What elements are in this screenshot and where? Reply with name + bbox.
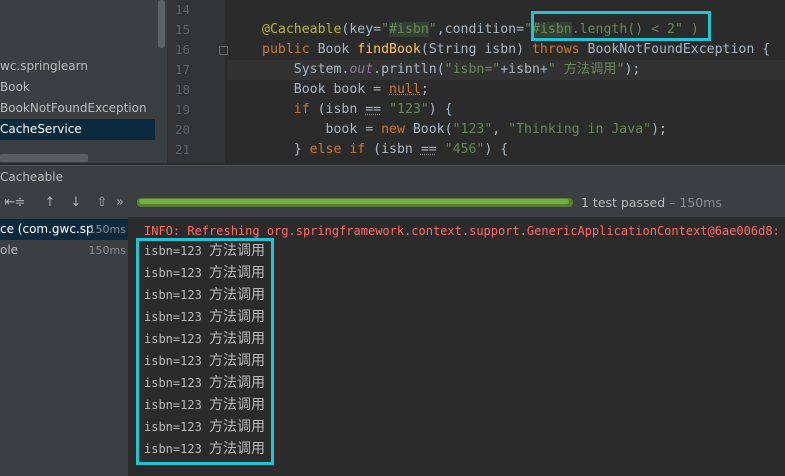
tree-horizontal-scrollbar[interactable] <box>0 154 88 162</box>
code-token: Book( <box>412 122 453 137</box>
export-icon[interactable]: ⇧ <box>92 192 112 214</box>
code-token: ); <box>651 122 667 137</box>
line-number: 19 <box>174 102 190 117</box>
tree-item[interactable]: BookNotFoundException <box>0 98 155 119</box>
code-token: "isbn=" <box>444 62 501 77</box>
code-line[interactable]: public Book findBook(String isbn) throws… <box>228 40 770 60</box>
code-token: (String isbn) <box>420 42 532 57</box>
code-line[interactable]: if (isbn == "123") { <box>228 100 453 120</box>
tree-item[interactable]: CacheService <box>0 119 155 140</box>
line-number: 15 <box>174 22 190 37</box>
code-line[interactable]: book = new Book("123", "Thinking in Java… <box>228 120 667 140</box>
line-number: 16 <box>174 42 190 57</box>
code-token: } <box>262 142 310 157</box>
code-token: throws <box>531 42 588 57</box>
tree-item[interactable]: wc.springlearn <box>0 56 155 77</box>
code-token: +isbn+ <box>500 62 548 77</box>
run-panel-header <box>0 165 785 190</box>
line-number: 20 <box>174 122 190 137</box>
test-duration: – 150ms <box>665 195 722 210</box>
code-token: new <box>381 122 413 137</box>
output-highlight-box <box>136 238 274 465</box>
code-token: else if <box>309 142 374 157</box>
panel-divider[interactable] <box>128 217 136 476</box>
code-token: book = <box>262 122 382 137</box>
code-token: findBook <box>357 42 421 57</box>
code-token: == <box>365 102 382 117</box>
code-token: BookNotFoundException { <box>587 42 771 57</box>
test-result-row[interactable]: ole 150ms <box>0 240 128 261</box>
line-number: 21 <box>174 142 190 157</box>
test-status: 1 test passed – 150ms <box>581 195 722 210</box>
more-icon[interactable]: » <box>110 192 130 214</box>
down-arrow-icon[interactable]: ↓ <box>66 192 86 214</box>
code-token: Book <box>317 42 358 57</box>
code-token: (key= <box>341 22 382 37</box>
tree-item[interactable]: Book <box>0 77 155 98</box>
code-token: == <box>420 142 437 157</box>
code-token: ; <box>420 82 429 97</box>
run-config-title[interactable]: Cacheable <box>0 170 63 184</box>
code-token: (isbn <box>373 142 421 157</box>
test-result-label: ole <box>0 243 19 257</box>
code-token: (isbn <box>317 102 366 117</box>
code-token: ); <box>624 62 641 77</box>
test-result-time: 150ms <box>88 223 126 236</box>
code-token: ) { <box>484 142 509 157</box>
code-line[interactable]: System.out.println("isbn="+isbn+" 方法调用")… <box>228 60 785 80</box>
annotation-highlight-box <box>531 11 711 41</box>
expand-icon[interactable]: ≑ <box>10 192 30 214</box>
line-number: 18 <box>174 82 190 97</box>
code-token: "456" <box>444 142 485 157</box>
test-result-time: 150ms <box>88 244 126 257</box>
test-results-tree: ce (com.gwc.sp 150ms ole 150ms <box>0 217 128 476</box>
code-token: " 方法调用" <box>547 62 625 77</box>
fold-marker-icon[interactable] <box>219 46 228 55</box>
code-token: .println( <box>373 62 445 77</box>
line-number: 17 <box>174 62 190 77</box>
code-token: Book book = <box>262 82 390 97</box>
code-token: "Thinking in Java" <box>508 122 652 137</box>
code-token: , <box>492 122 509 137</box>
test-progress-fill <box>139 199 569 204</box>
code-token: ,condition= <box>436 22 525 37</box>
code-line[interactable]: Book book = null; <box>228 80 429 100</box>
code-token: ) { <box>428 102 453 117</box>
up-arrow-icon[interactable]: ↑ <box>40 192 60 214</box>
code-token: " <box>381 22 390 37</box>
line-number: 14 <box>174 2 190 17</box>
code-line[interactable]: } else if (isbn == "456") { <box>228 140 508 160</box>
test-status-label: 1 test passed <box>581 195 666 210</box>
code-token: System. <box>262 62 350 77</box>
test-result-label: ce (com.gwc.sp <box>0 222 94 236</box>
code-token: null <box>389 82 421 97</box>
code-token: "123" <box>389 102 429 117</box>
test-result-row[interactable]: ce (com.gwc.sp 150ms <box>0 219 128 240</box>
project-tree: wc.springlearn Book BookNotFoundException C… <box>0 0 155 163</box>
code-token: " <box>428 22 437 37</box>
code-token: #isbn <box>389 22 429 37</box>
code-token: public <box>262 42 318 57</box>
code-token: if <box>293 102 318 117</box>
code-token: out <box>349 62 374 77</box>
code-token: @Cacheable <box>262 22 342 37</box>
code-token: "123" <box>452 122 493 137</box>
